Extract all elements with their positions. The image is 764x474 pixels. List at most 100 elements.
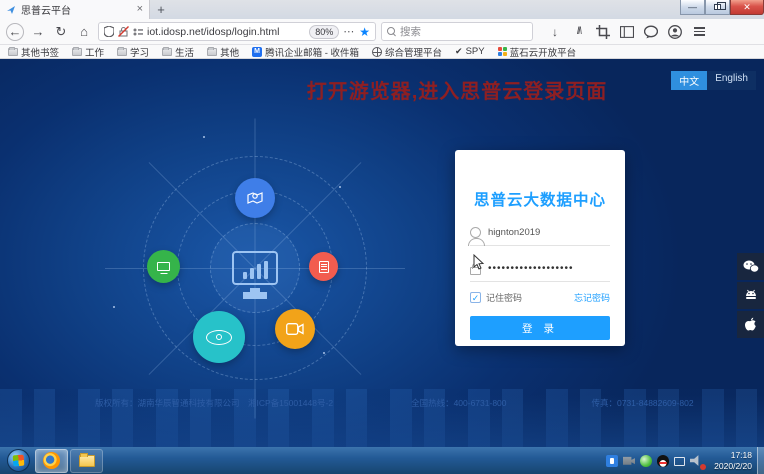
tab-close-icon[interactable]: × — [137, 4, 143, 15]
search-placeholder: 搜索 — [400, 24, 421, 39]
apple-icon — [744, 317, 757, 332]
bookmark-folder-study[interactable]: 学习 — [117, 45, 149, 59]
username-value: hignton2019 — [488, 227, 540, 238]
tab-title: 思普云平台 — [21, 2, 132, 17]
nav-toolbar: ← → ↻ ⌂ iot.idosp.net/idosp/login.html 8… — [0, 19, 764, 45]
url-bar[interactable]: iot.idosp.net/idosp/login.html 80% ⋯ ★ — [98, 22, 376, 41]
folder-icon — [207, 48, 217, 56]
floating-buttons — [737, 253, 764, 338]
bookmark-folder-life[interactable]: 生活 — [162, 45, 194, 59]
globe-icon — [372, 47, 382, 57]
clock-time: 17:18 — [714, 450, 752, 461]
bookmark-folder-other[interactable]: 其他书签 — [8, 45, 59, 59]
mail-icon: M — [252, 47, 262, 57]
page-actions-icon[interactable]: ⋯ — [343, 25, 355, 38]
wechat-icon — [743, 260, 759, 273]
close-button[interactable]: ✕ — [730, 0, 764, 15]
reload-button[interactable]: ↻ — [52, 23, 70, 41]
bookmark-folder-work[interactable]: 工作 — [72, 45, 104, 59]
permissions-icon[interactable] — [133, 28, 143, 36]
clock-date: 2020/2/20 — [714, 461, 752, 472]
volume-mute-badge — [700, 464, 706, 470]
menu-icon[interactable] — [692, 25, 706, 39]
account-icon[interactable] — [668, 25, 682, 39]
login-title: 思普云大数据中心 — [470, 188, 610, 210]
bookmarks-bar: 其他书签 工作 学习 生活 其他 M腾讯企业邮箱 - 收件箱 综合管理平台 ✔S… — [0, 45, 764, 59]
restore-icon — [714, 4, 721, 10]
document-node — [309, 252, 338, 281]
browser-window: 思普云平台 × + — ✕ ← → ↻ ⌂ iot.idosp.net/idos… — [0, 0, 764, 474]
map-node — [235, 178, 275, 218]
window-controls: — ✕ — [680, 0, 764, 15]
restore-button[interactable] — [705, 0, 730, 15]
home-button[interactable]: ⌂ — [75, 23, 93, 41]
bookmark-star-icon[interactable]: ★ — [359, 25, 370, 39]
taskbar-firefox-button[interactable] — [35, 449, 68, 473]
shield-icon[interactable] — [104, 26, 114, 37]
tray-green-status-icon[interactable] — [640, 455, 652, 467]
user-icon — [470, 227, 481, 238]
tray-qq-icon[interactable] — [657, 455, 669, 467]
video-camera-icon — [286, 323, 304, 335]
download-icon[interactable]: ↓ — [548, 25, 562, 39]
sidebar-icon[interactable] — [620, 25, 634, 39]
bookmark-spy[interactable]: ✔SPY — [455, 46, 485, 57]
library-icon[interactable]: ll\ — [572, 25, 586, 39]
bookmark-folder-misc[interactable]: 其他 — [207, 45, 239, 59]
hotline-text: 全国热线：400-6731-800 — [411, 397, 506, 409]
login-button[interactable]: 登 录 — [470, 316, 610, 340]
page-footer: 版权所有：湖南华辰智通科技有限公司 湘ICP备15001448号-2 全国热线：… — [0, 397, 764, 409]
url-text[interactable]: iot.idosp.net/idosp/login.html — [147, 26, 305, 38]
eye-node — [193, 311, 245, 363]
search-icon — [387, 27, 396, 36]
bookmark-lanshi-cloud[interactable]: 蓝石云开放平台 — [498, 45, 577, 59]
fax-text: 传真：0731-84882609-802 — [592, 397, 694, 409]
tray-camera-icon[interactable] — [623, 455, 635, 467]
forgot-password-link[interactable]: 忘记密码 — [574, 291, 610, 304]
remember-checkbox[interactable]: ✓ — [470, 292, 481, 303]
back-button[interactable]: ← — [6, 23, 24, 41]
system-tray — [606, 455, 702, 467]
bookmark-mgmt-platform[interactable]: 综合管理平台 — [372, 45, 442, 59]
camera-node — [275, 309, 315, 349]
minimize-button[interactable]: — — [680, 0, 705, 15]
password-field[interactable]: ••••••••••••••••••• — [470, 256, 610, 282]
login-card: 思普云大数据中心 hignton2019 •••••••••••••••••••… — [455, 150, 625, 346]
android-button[interactable] — [737, 282, 764, 309]
zoom-level-badge[interactable]: 80% — [309, 25, 339, 39]
tray-notification-icon[interactable] — [606, 455, 618, 467]
spy-icon: ✔ — [455, 46, 463, 57]
document-icon — [319, 261, 329, 273]
tray-network-icon[interactable] — [674, 457, 685, 466]
show-desktop-button[interactable] — [757, 447, 764, 474]
messages-icon[interactable] — [644, 25, 658, 39]
apple-button[interactable] — [737, 311, 764, 338]
login-page: 中文 English 打开游览器,进入思普云登录页面 — [0, 59, 764, 447]
screenshot-icon[interactable] — [596, 25, 610, 39]
monitor-node — [147, 250, 180, 283]
wechat-button[interactable] — [737, 253, 764, 280]
options-row: ✓ 记住密码 忘记密码 — [470, 291, 610, 304]
username-field[interactable]: hignton2019 — [470, 220, 610, 246]
insecure-lock-icon[interactable] — [118, 26, 129, 37]
map-pin-icon — [247, 190, 263, 206]
taskbar-clock[interactable]: 17:18 2020/2/20 — [714, 450, 752, 471]
orbit-graphic — [143, 156, 367, 380]
copyright-text: 版权所有：湖南华辰智通科技有限公司 湘ICP备15001448号-2 — [95, 397, 333, 409]
new-tab-button[interactable]: + — [150, 0, 172, 19]
forward-button[interactable]: → — [29, 23, 47, 41]
search-input[interactable]: 搜索 — [381, 22, 533, 41]
folder-icon — [117, 48, 127, 56]
mouse-cursor — [473, 254, 485, 270]
bookmark-tencent-mail[interactable]: M腾讯企业邮箱 - 收件箱 — [252, 45, 359, 59]
browser-tab[interactable]: 思普云平台 × — [0, 0, 150, 19]
password-value: ••••••••••••••••••• — [488, 263, 574, 274]
dashboard-icon — [220, 233, 290, 303]
windows-logo-icon — [13, 455, 25, 467]
firefox-icon — [43, 452, 60, 469]
grid-icon — [498, 47, 507, 56]
toolbar-icons: ↓ ll\ — [548, 25, 706, 39]
taskbar-explorer-button[interactable] — [70, 449, 103, 473]
eye-icon — [206, 330, 232, 345]
start-button[interactable] — [7, 449, 30, 472]
